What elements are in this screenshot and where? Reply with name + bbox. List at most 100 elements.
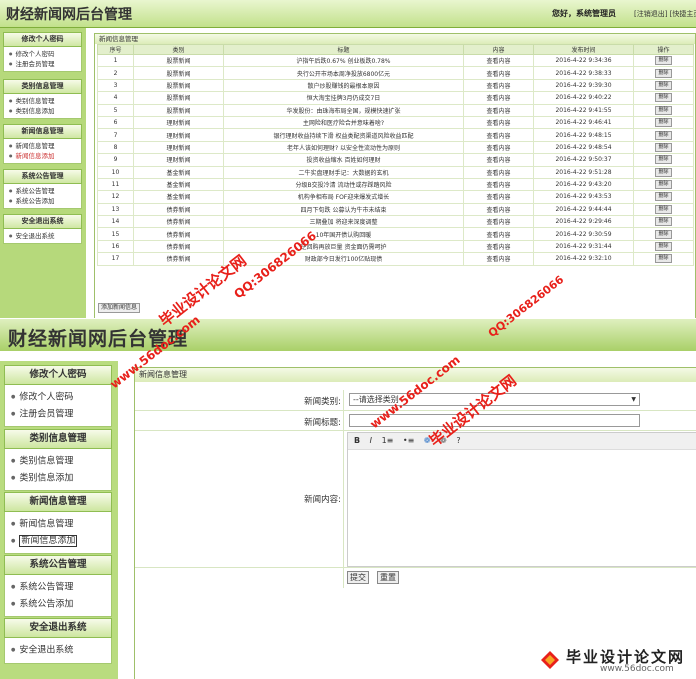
content-editor[interactable]: B I 1≡ •≡ ❁ ❁ ?: [347, 432, 696, 567]
sidebar-section-head[interactable]: 系统公告管理: [3, 169, 82, 184]
delete-button[interactable]: 删除: [655, 105, 672, 115]
sidebar-item-logout[interactable]: 安全退出系统: [4, 231, 81, 241]
sidebar-item-news-add[interactable]: 新闻信息添加: [4, 151, 81, 161]
sidebar-section-notice: 系统公告管理 系统公告管理 系统公告添加: [3, 169, 82, 209]
delete-button[interactable]: 删除: [655, 229, 672, 239]
sidebar-section-head[interactable]: 系统公告管理: [4, 555, 112, 575]
sidebar-item-notice-manage[interactable]: 系统公告管理: [4, 186, 81, 196]
delete-button[interactable]: 删除: [655, 192, 672, 202]
title-label: 新闻标题:: [304, 418, 341, 428]
col-header: 标题: [223, 44, 464, 55]
unordered-list-icon[interactable]: •≡: [403, 433, 414, 449]
logo-icon: [541, 651, 559, 669]
row-time: 2016-4-22 9:31:44: [533, 239, 634, 254]
sidebar-section-category: 类别信息管理 类别信息管理 类别信息添加: [3, 79, 82, 119]
ordered-list-icon[interactable]: 1≡: [382, 433, 394, 449]
table-row: 17 债券新闻 财政部今日发行100亿贴现债 查看内容 2016-4-22 9:32:1…: [97, 252, 694, 266]
sidebar-section-head[interactable]: 类别信息管理: [3, 79, 82, 94]
sidebar-section-head[interactable]: 修改个人密码: [3, 32, 82, 47]
delete-button[interactable]: 删除: [655, 155, 672, 165]
italic-icon[interactable]: I: [370, 433, 372, 449]
row-content-link[interactable]: 查看内容: [463, 177, 534, 192]
delete-button[interactable]: 删除: [655, 204, 672, 214]
sidebar-item-notice-manage[interactable]: 系统公告管理: [5, 579, 111, 596]
bold-icon[interactable]: B: [354, 433, 360, 449]
sidebar-item-logout[interactable]: 安全退出系统: [5, 642, 111, 659]
sidebar-item-category-manage[interactable]: 类别信息管理: [5, 453, 111, 470]
row-content-link[interactable]: 查看内容: [463, 227, 534, 241]
sidebar-item-news-manage[interactable]: 新闻信息管理: [5, 516, 111, 533]
table-row: 8 理财新闻 老年人该如何理财? 以安全性流动性为原则 查看内容 2016-4-22 9…: [97, 140, 694, 155]
sidebar-section-head[interactable]: 修改个人密码: [4, 365, 112, 385]
row-index: 9: [97, 153, 134, 167]
news-table-body: 1 股票新闻 沪指午后跌0.67% 创业板跌0.78% 查看内容 2016-4-22 9…: [97, 53, 694, 266]
sidebar-section-head[interactable]: 新闻信息管理: [4, 492, 112, 512]
row-content-link[interactable]: 查看内容: [463, 215, 534, 229]
sidebar-item-news-add[interactable]: 新闻信息添加: [5, 533, 111, 550]
sidebar-item-category-add[interactable]: 类别信息添加: [5, 470, 111, 487]
table-row: 5 股票新闻 华发股份：由珠海布局全国，规模快速扩张 查看内容 2016-4-22 9:…: [97, 103, 694, 117]
sidebar-item-change-password[interactable]: 修改个人密码: [4, 49, 81, 59]
sidebar-section-head[interactable]: 安全退出系统: [3, 214, 82, 229]
row-content-link[interactable]: 查看内容: [463, 91, 534, 105]
delete-button[interactable]: 删除: [655, 217, 672, 227]
delete-button[interactable]: 删除: [655, 142, 672, 152]
sidebar-section-head[interactable]: 类别信息管理: [4, 429, 112, 449]
delete-button[interactable]: 删除: [655, 93, 672, 103]
delete-button[interactable]: 删除: [655, 118, 672, 128]
delete-button[interactable]: 删除: [655, 68, 672, 78]
row-content-link[interactable]: 查看内容: [463, 66, 534, 80]
row-content-link[interactable]: 查看内容: [463, 190, 534, 204]
delete-button[interactable]: 删除: [655, 130, 672, 140]
row-content-link[interactable]: 查看内容: [463, 53, 534, 68]
row-content-link[interactable]: 查看内容: [463, 103, 534, 117]
row-content-link[interactable]: 查看内容: [463, 165, 534, 179]
sidebar-item-notice-add[interactable]: 系统公告添加: [5, 596, 111, 613]
sidebar-section-head[interactable]: 安全退出系统: [4, 618, 112, 638]
add-news-button[interactable]: 添加新闻信息: [98, 303, 141, 313]
row-category: 基金新闻: [133, 165, 224, 179]
delete-button[interactable]: 删除: [655, 242, 672, 252]
sidebar-item-news-manage[interactable]: 新闻信息管理: [4, 141, 81, 151]
table-row: 1 股票新闻 沪指午后跌0.67% 创业板跌0.78% 查看内容 2016-4-22 9…: [97, 53, 694, 68]
sidebar-section-head[interactable]: 新闻信息管理: [3, 124, 82, 139]
row-content-link[interactable]: 查看内容: [463, 252, 534, 266]
sidebar-item-members[interactable]: 注册会员管理: [5, 406, 111, 423]
table-row: 4 股票新闻 恒大淘宝挂牌3月仍成交7日 查看内容 2016-4-22 9:40:22 删…: [97, 91, 694, 105]
row-actions: 删除: [633, 153, 694, 167]
table-row: 9 理财新闻 投资收益缩水 百姓如何理财 查看内容 2016-4-22 9:50:37 删…: [97, 153, 694, 167]
sidebar-item-notice-add[interactable]: 系统公告添加: [4, 196, 81, 206]
sidebar-item-members[interactable]: 注册会员管理: [4, 59, 81, 69]
header-links[interactable]: [注销退出] [快捷主页]: [634, 9, 696, 19]
sidebar-item-category-add[interactable]: 类别信息添加: [4, 106, 81, 116]
row-actions: 删除: [633, 78, 694, 93]
row-actions: 删除: [633, 66, 694, 80]
row-content-link[interactable]: 查看内容: [463, 78, 534, 93]
row-actions: 删除: [633, 239, 694, 254]
content-label: 新闻内容:: [304, 495, 341, 505]
delete-button[interactable]: 删除: [655, 80, 672, 90]
delete-button[interactable]: 删除: [655, 180, 672, 190]
sidebar-item-category-manage[interactable]: 类别信息管理: [4, 96, 81, 106]
submit-button[interactable]: 提交: [347, 571, 369, 584]
delete-button[interactable]: 删除: [655, 56, 672, 66]
sidebar-section-category: 类别信息管理 类别信息管理 类别信息添加: [4, 429, 112, 491]
sidebar-item-change-password[interactable]: 修改个人密码: [5, 389, 111, 406]
panel-title: 新闻信息管理: [95, 34, 695, 44]
delete-button[interactable]: 删除: [655, 167, 672, 177]
row-content-link[interactable]: 查看内容: [463, 153, 534, 167]
row-content-link[interactable]: 查看内容: [463, 239, 534, 254]
reset-button[interactable]: 重置: [377, 571, 399, 584]
row-content-link[interactable]: 查看内容: [463, 202, 534, 217]
delete-button[interactable]: 删除: [655, 254, 672, 264]
row-content-link[interactable]: 查看内容: [463, 115, 534, 130]
row-content-link[interactable]: 查看内容: [463, 128, 534, 142]
row-category: 理财新闻: [133, 140, 224, 155]
row-title: 主网险和医疗险合并意味着啥?: [223, 115, 464, 130]
chevron-down-icon: ▼: [631, 396, 636, 403]
row-content-link[interactable]: 查看内容: [463, 140, 534, 155]
row-category: 股票新闻: [133, 78, 224, 93]
row-title: 分级B交投冷清 流动性或存踩踏风险: [223, 177, 464, 192]
category-label: 新闻类别:: [304, 397, 341, 407]
row-time: 2016-4-22 9:43:53: [533, 190, 634, 204]
